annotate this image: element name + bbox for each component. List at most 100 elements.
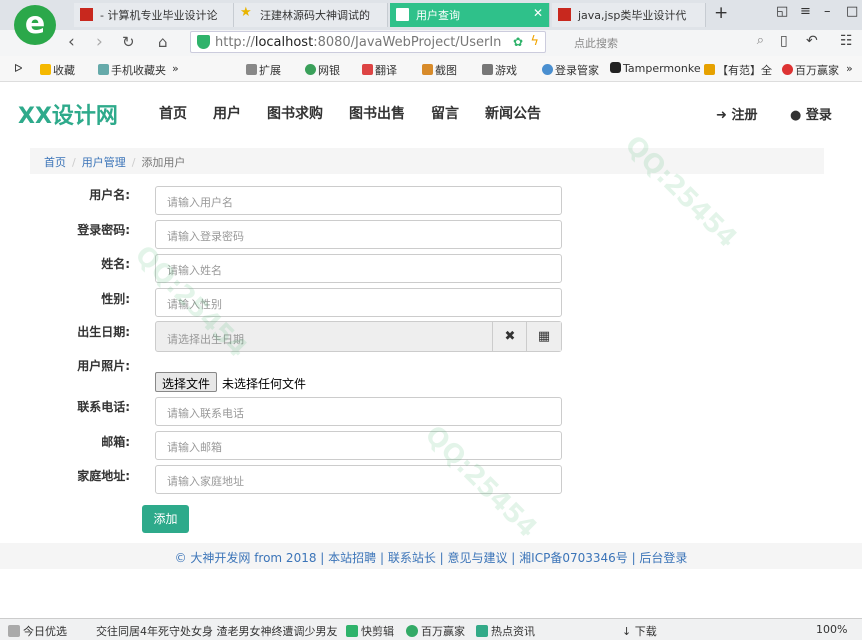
nav-book-sale[interactable]: 图书出售 <box>349 103 405 123</box>
verified-icon: ✿ <box>512 35 523 49</box>
login-manager-icon <box>542 64 553 75</box>
menu-icon[interactable]: ≡ <box>800 4 811 19</box>
bookmark-item[interactable]: 收藏 <box>40 62 75 78</box>
browser-status-bar: 今日优选 交往同居4年死守处女身 渣老男女神终遭调少男友 快剪辑 百万赢家 热点… <box>0 618 862 640</box>
address-label: 家庭地址: <box>77 469 130 483</box>
phone-label: 联系电话: <box>77 400 130 414</box>
browser-tab-active[interactable]: 用户查询 ✕ <box>390 3 550 27</box>
username-field[interactable]: 请输入用户名 <box>155 186 562 215</box>
browser-tab[interactable]: java,jsp类毕业设计代 <box>552 3 706 27</box>
sidebar-toggle-icon[interactable]: ᐅ <box>14 62 22 75</box>
bookmarks-bar: ᐅ 收藏 手机收藏夹 » 扩展 网银 翻译 截图 游戏 登录管家 Tamperm… <box>0 56 862 82</box>
address-field[interactable]: 请输入家庭地址 <box>155 465 562 494</box>
minimize-icon[interactable]: – <box>824 4 831 19</box>
birthday-label: 出生日期: <box>77 325 130 339</box>
bookmark-item[interactable]: 百万赢家 <box>782 62 839 78</box>
nav-message[interactable]: 留言 <box>431 103 459 123</box>
game-icon <box>482 64 493 75</box>
reload-icon[interactable]: ↻ <box>122 33 135 51</box>
bookmark-item[interactable]: 游戏 <box>482 62 517 78</box>
email-field[interactable]: 请输入邮箱 <box>155 431 562 460</box>
browser-tab[interactable]: ★ 汪建林源码大神调试的 <box>234 3 388 27</box>
calendar-icon[interactable]: ▦ <box>526 322 561 351</box>
undo-icon[interactable]: ↶ <box>806 33 818 49</box>
red-square-icon <box>558 8 571 21</box>
site-logo[interactable]: XX设计网 <box>18 98 118 130</box>
translate-icon <box>362 64 373 75</box>
quick-edit-icon <box>346 625 358 637</box>
birthday-field[interactable]: 请选择出生日期 ✖ ▦ <box>155 321 562 352</box>
download-icon: ↓ <box>622 625 632 638</box>
status-news-ticker[interactable]: 交往同居4年死守处女身 渣老男女神终遭调少男友 <box>96 623 338 639</box>
bookmark-item[interactable]: 截图 <box>422 62 457 78</box>
search-box[interactable]: 点此搜索 ⌕ <box>568 31 768 53</box>
maximize-icon[interactable]: □ <box>846 4 858 19</box>
forward-icon[interactable]: › <box>96 32 103 52</box>
address-url: http://localhost:8080/JavaWebProject/Use… <box>215 35 502 50</box>
bookmark-item[interactable]: 翻译 <box>362 62 397 78</box>
back-icon[interactable]: ‹ <box>68 32 75 52</box>
browser-tab[interactable]: - 计算机专业毕业设计论 <box>74 3 234 27</box>
clear-date-icon[interactable]: ✖ <box>492 322 527 351</box>
bookmark-more[interactable]: » <box>846 62 853 75</box>
bookmark-item[interactable]: 扩展 <box>246 62 281 78</box>
user-icon: ● <box>790 108 802 123</box>
zoom-level[interactable]: 100% <box>816 623 847 636</box>
grid-menu-icon[interactable]: ☷ <box>840 33 853 49</box>
choose-file-button[interactable]: 选择文件 <box>155 372 218 392</box>
tab-label: 用户查询 <box>416 9 460 22</box>
bookmark-item[interactable]: Tampermonke <box>610 62 701 75</box>
nav-user[interactable]: 用户 <box>213 103 241 123</box>
browser-logo: e <box>14 5 56 45</box>
star-icon <box>40 64 51 75</box>
password-field[interactable]: 请输入登录密码 <box>155 220 562 249</box>
news-icon <box>476 625 488 637</box>
phone-field[interactable]: 请输入联系电话 <box>155 397 562 426</box>
bank-icon <box>305 64 316 75</box>
phone-icon[interactable]: ▯ <box>780 33 788 49</box>
bookmark-more[interactable]: » <box>172 62 179 75</box>
register-link[interactable]: ➜ 注册 <box>716 104 757 123</box>
status-item[interactable]: 快剪辑 <box>346 623 394 639</box>
status-item[interactable]: 百万赢家 <box>406 623 465 639</box>
status-item[interactable]: 热点资讯 <box>476 623 535 639</box>
name-field[interactable]: 请输入姓名 <box>155 254 562 283</box>
bookmark-item[interactable]: 网银 <box>305 62 340 78</box>
gender-field[interactable]: 请输入性别 <box>155 288 562 317</box>
screenshot-icon <box>422 64 433 75</box>
email-label: 邮箱: <box>101 435 130 449</box>
extension-icon <box>246 64 257 75</box>
phone-icon <box>98 64 109 75</box>
status-item[interactable]: ↓ 下载 <box>622 623 657 639</box>
page-icon <box>396 8 409 21</box>
add-user-button[interactable]: 添加 <box>142 505 189 533</box>
gender-label: 性别: <box>101 292 130 306</box>
home-icon[interactable]: ⌂ <box>158 33 168 51</box>
heart-icon <box>704 64 715 75</box>
name-label: 姓名: <box>101 257 130 271</box>
bookmark-item[interactable]: 手机收藏夹 <box>98 62 166 78</box>
new-tab-button[interactable]: + <box>714 3 728 23</box>
status-item[interactable]: 今日优选 <box>8 623 67 639</box>
tab-label: - 计算机专业毕业设计论 <box>100 9 218 22</box>
address-bar[interactable]: http://localhost:8080/JavaWebProject/Use… <box>190 31 546 53</box>
breadcrumb-user-management[interactable]: 用户管理 <box>82 156 126 169</box>
lightning-icon[interactable]: ϟ <box>530 34 539 49</box>
nav-book-wanted[interactable]: 图书求购 <box>267 103 323 123</box>
file-status: 未选择任何文件 <box>222 377 307 391</box>
password-label: 登录密码: <box>77 223 130 237</box>
nav-home[interactable]: 首页 <box>159 103 187 123</box>
bookmark-item[interactable]: 【有范】全 <box>704 62 772 78</box>
breadcrumb-home[interactable]: 首页 <box>44 156 66 169</box>
tab-label: 汪建林源码大神调试的 <box>260 9 370 22</box>
browser-tab-bar: - 计算机专业毕业设计论 ★ 汪建林源码大神调试的 用户查询 ✕ java,js… <box>0 0 862 30</box>
username-label: 用户名: <box>89 188 130 202</box>
restore-icon[interactable]: ◱ <box>776 4 788 19</box>
login-link[interactable]: ● 登录 <box>790 104 832 123</box>
nav-news[interactable]: 新闻公告 <box>485 103 541 123</box>
site-header: XX设计网 首页 用户 图书求购 图书出售 留言 新闻公告 ➜ 注册 ● 登录 <box>0 82 862 146</box>
bookmark-item[interactable]: 登录管家 <box>542 62 599 78</box>
search-icon[interactable]: ⌕ <box>757 33 764 48</box>
close-tab-icon[interactable]: ✕ <box>533 6 543 20</box>
site-footer[interactable]: © 大神开发网 from 2018 | 本站招聘 | 联系站长 | 意见与建议 … <box>0 543 862 569</box>
